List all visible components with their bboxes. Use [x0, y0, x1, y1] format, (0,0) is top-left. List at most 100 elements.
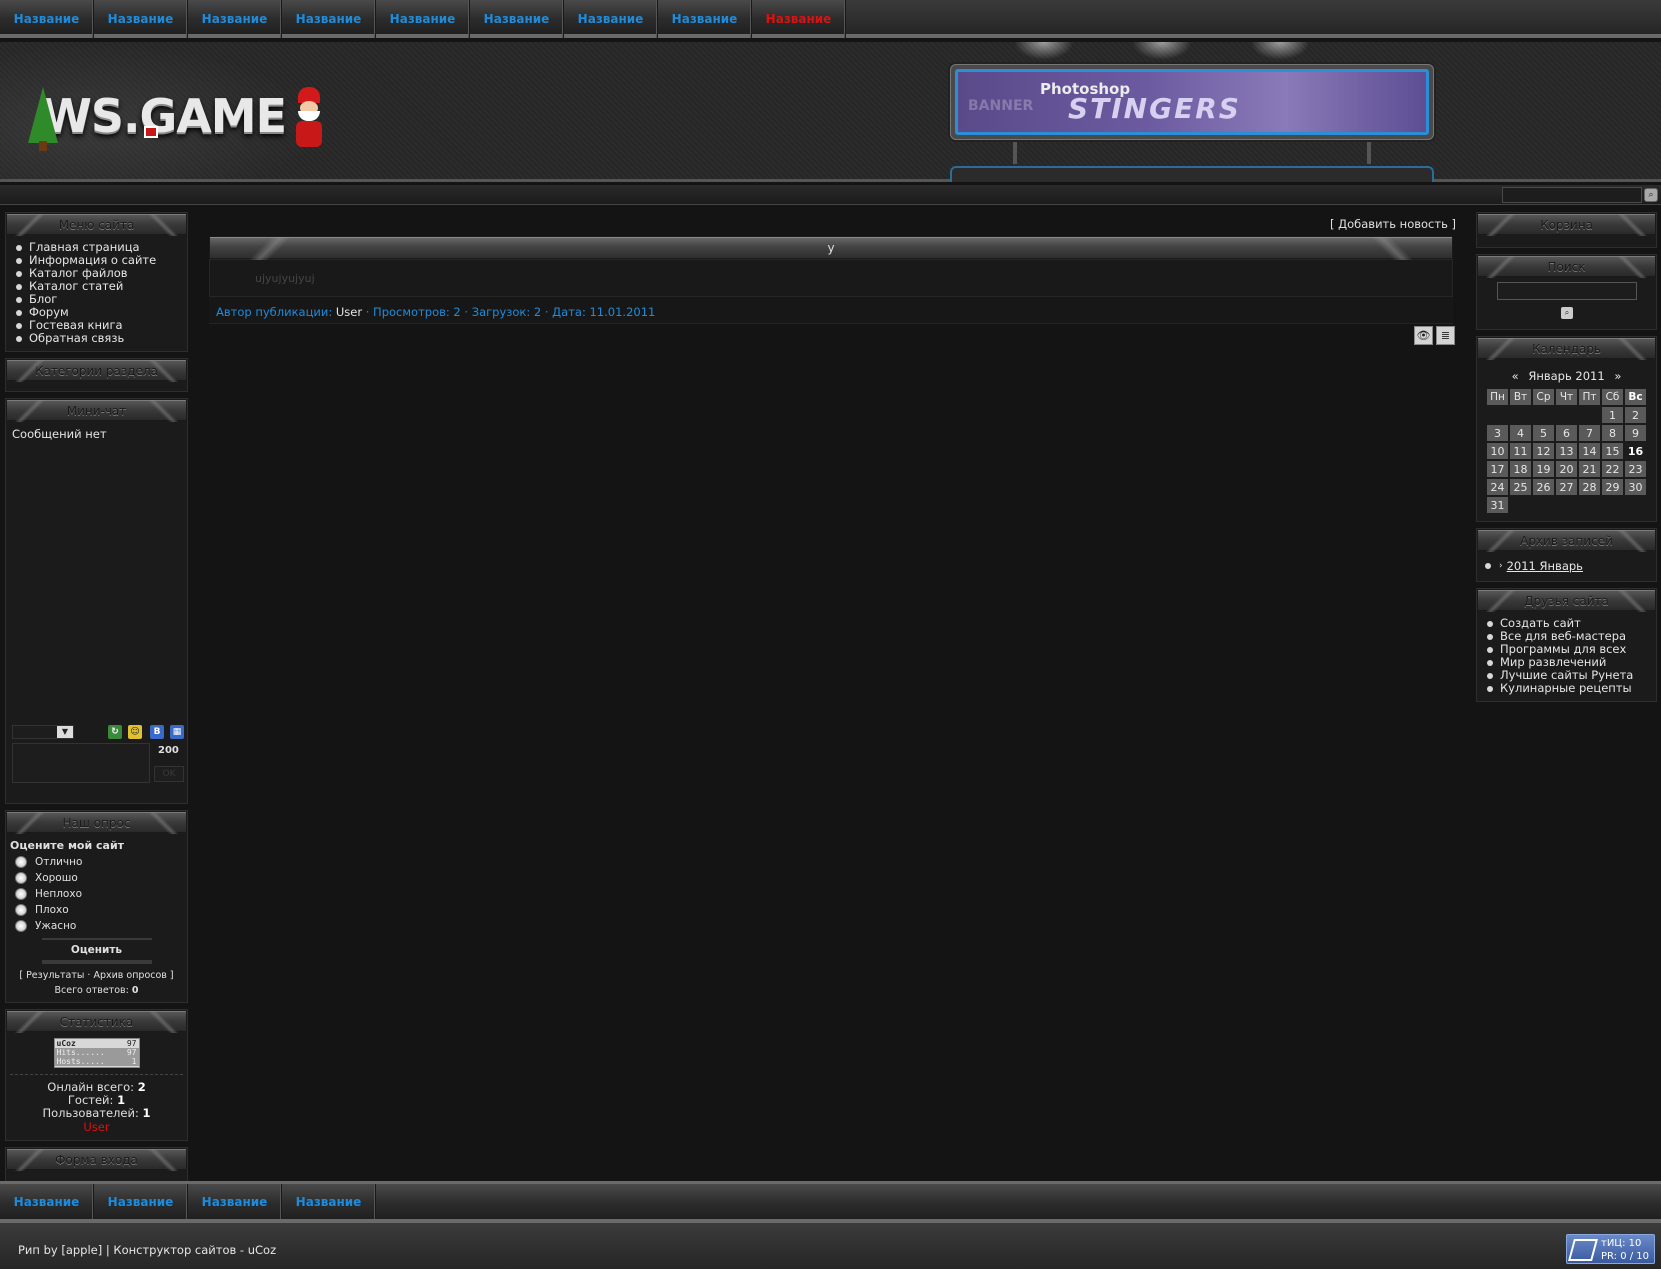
header-banner[interactable]: BANNER Photoshop STINGERS	[950, 64, 1434, 140]
poll-option[interactable]: Плохо	[10, 902, 183, 918]
search-icon[interactable]: ⌕	[1561, 307, 1573, 319]
block-title: Друзья сайта	[1477, 589, 1656, 612]
block-title: Статистика	[6, 1010, 187, 1033]
block-title: Поиск	[1477, 255, 1656, 278]
archive-link[interactable]: 2011 Январь	[1507, 559, 1583, 573]
calendar-day: 25	[1510, 479, 1531, 495]
top-nav-item[interactable]: Название	[0, 0, 94, 38]
calendar-empty-cell	[1579, 407, 1600, 423]
calendar-day: 28	[1579, 479, 1600, 495]
search-block: Поиск ⌕	[1476, 254, 1657, 330]
calendar-month: Январь 2011	[1528, 369, 1605, 383]
banner-frame-lower	[950, 166, 1434, 182]
calendar-weekday: Ср	[1533, 389, 1554, 405]
calendar-empty-cell	[1533, 497, 1554, 513]
friend-site-link[interactable]: Кулинарные рецепты	[1485, 682, 1650, 695]
edit-icon[interactable]: ≣	[1436, 326, 1455, 345]
poll-question: Оцените мой сайт	[10, 839, 125, 852]
bottom-nav-item[interactable]: Название	[188, 1184, 282, 1219]
counter-brand: uCoz	[56, 1039, 76, 1048]
calendar-day: 29	[1602, 479, 1623, 495]
bold-icon[interactable]: B	[150, 725, 164, 739]
top-nav-item[interactable]: Название	[188, 0, 282, 38]
meta-author-link[interactable]: User	[336, 305, 362, 319]
calendar-day: 20	[1556, 461, 1577, 477]
minichat-smiles-select[interactable]: ▼	[12, 725, 74, 739]
header-search-input[interactable]	[1502, 187, 1642, 203]
calendar-next-link[interactable]: »	[1608, 369, 1627, 383]
calendar-day: 11	[1510, 443, 1531, 459]
top-nav-item[interactable]: Название	[470, 0, 564, 38]
logo-text: WS.GAME	[41, 89, 287, 143]
online-user-link[interactable]: User	[10, 1120, 183, 1134]
poll-option[interactable]: Неплохо	[10, 886, 183, 902]
top-nav-item[interactable]: Название	[94, 0, 188, 38]
radio-button[interactable]	[15, 904, 27, 916]
banner-ghost-text: BANNER	[968, 98, 1034, 114]
block-title: Архив записей	[1477, 529, 1656, 552]
poll-block: Наш опрос Оцените мой сайт Отлично Хорошо…	[5, 810, 188, 1003]
christmas-tree-icon	[26, 81, 59, 151]
calendar-day: 13	[1556, 443, 1577, 459]
radio-button[interactable]	[15, 888, 27, 900]
poll-option-label: Неплохо	[35, 888, 82, 900]
view-icon[interactable]: 👁	[1414, 326, 1433, 345]
calendar-day: 16	[1625, 443, 1646, 459]
counter-brand-value: 97	[126, 1039, 137, 1048]
search-icon[interactable]: ⌕	[1644, 188, 1658, 202]
poll-option[interactable]: Отлично	[10, 854, 183, 870]
poll-total-label: Всего ответов:	[54, 985, 129, 996]
calendar-prev-link[interactable]: «	[1506, 369, 1525, 383]
ucoz-counter[interactable]: uCoz 97 Hits...... 97 Hosts..... 1	[53, 1038, 140, 1068]
radio-button[interactable]	[15, 920, 27, 932]
calendar-day: 14	[1579, 443, 1600, 459]
top-nav: Название Название Название Название Название…	[0, 0, 1661, 38]
banner-leg	[1013, 142, 1017, 164]
right-column: Корзина Поиск ⌕ Календарь « Январь 2011 …	[1476, 212, 1657, 708]
site-logo[interactable]: WS.GAME	[26, 76, 323, 156]
counter-hosts-label: Hosts.....	[56, 1057, 105, 1066]
bottom-nav-item[interactable]: Название	[94, 1184, 188, 1219]
top-nav-item[interactable]: Название	[376, 0, 470, 38]
radio-button[interactable]	[15, 872, 27, 884]
cart-block: Корзина	[1476, 212, 1657, 248]
block-title: Категории раздела	[6, 359, 187, 382]
poll-vote-button[interactable]: Оценить	[41, 938, 152, 964]
footer: Рип by [apple] | Конструктор сайтов - uC…	[0, 1219, 1661, 1269]
poll-option-label: Отлично	[35, 856, 83, 868]
top-nav-item[interactable]: Название	[282, 0, 376, 38]
calendar-day: 6	[1556, 425, 1577, 441]
post-title[interactable]: у	[209, 236, 1453, 260]
calendar-day: 23	[1625, 461, 1646, 477]
bottom-nav-item[interactable]: Название	[0, 1184, 94, 1219]
minichat-message-input[interactable]	[12, 743, 150, 783]
poll-results-link[interactable]: Результаты	[26, 970, 84, 981]
smiley-icon[interactable]: ☺	[128, 725, 142, 739]
calendar-day: 27	[1556, 479, 1577, 495]
sidebar-search-input[interactable]	[1497, 282, 1637, 300]
gift-icon	[144, 126, 158, 138]
add-news-link[interactable]: [ Добавить новость ]	[1330, 217, 1456, 231]
image-icon[interactable]: ▦	[170, 725, 184, 739]
tic-badge[interactable]: тИЦ: 10 PR: 0 / 10	[1566, 1234, 1655, 1264]
yandex-tic-icon	[1568, 1239, 1598, 1261]
counter-hits-label: Hits......	[56, 1048, 105, 1057]
counter-hits-value: 97	[126, 1048, 137, 1057]
bottom-nav-item[interactable]: Название	[282, 1184, 376, 1219]
site-menu-item[interactable]: Обратная связь	[14, 332, 181, 345]
poll-option[interactable]: Ужасно	[10, 918, 183, 934]
poll-archive-link[interactable]: Архив опросов	[93, 970, 166, 981]
block-title: Наш опрос	[6, 811, 187, 834]
calendar-day: 10	[1487, 443, 1508, 459]
minichat-ok-button[interactable]: OK	[154, 766, 184, 782]
refresh-icon[interactable]: ↻	[108, 725, 122, 739]
meta-details: · Просмотров: 2 · Загрузок: 2 · Дата: 11…	[365, 305, 656, 319]
calendar-empty-cell	[1602, 497, 1623, 513]
site-menu-block: Меню сайта Главная страница Информация о …	[5, 212, 188, 352]
spotlight-icon	[1132, 42, 1192, 60]
radio-button[interactable]	[15, 856, 27, 868]
top-nav-item[interactable]: Название	[658, 0, 752, 38]
poll-option[interactable]: Хорошо	[10, 870, 183, 886]
top-nav-item[interactable]: Название	[752, 0, 846, 38]
top-nav-item[interactable]: Название	[564, 0, 658, 38]
